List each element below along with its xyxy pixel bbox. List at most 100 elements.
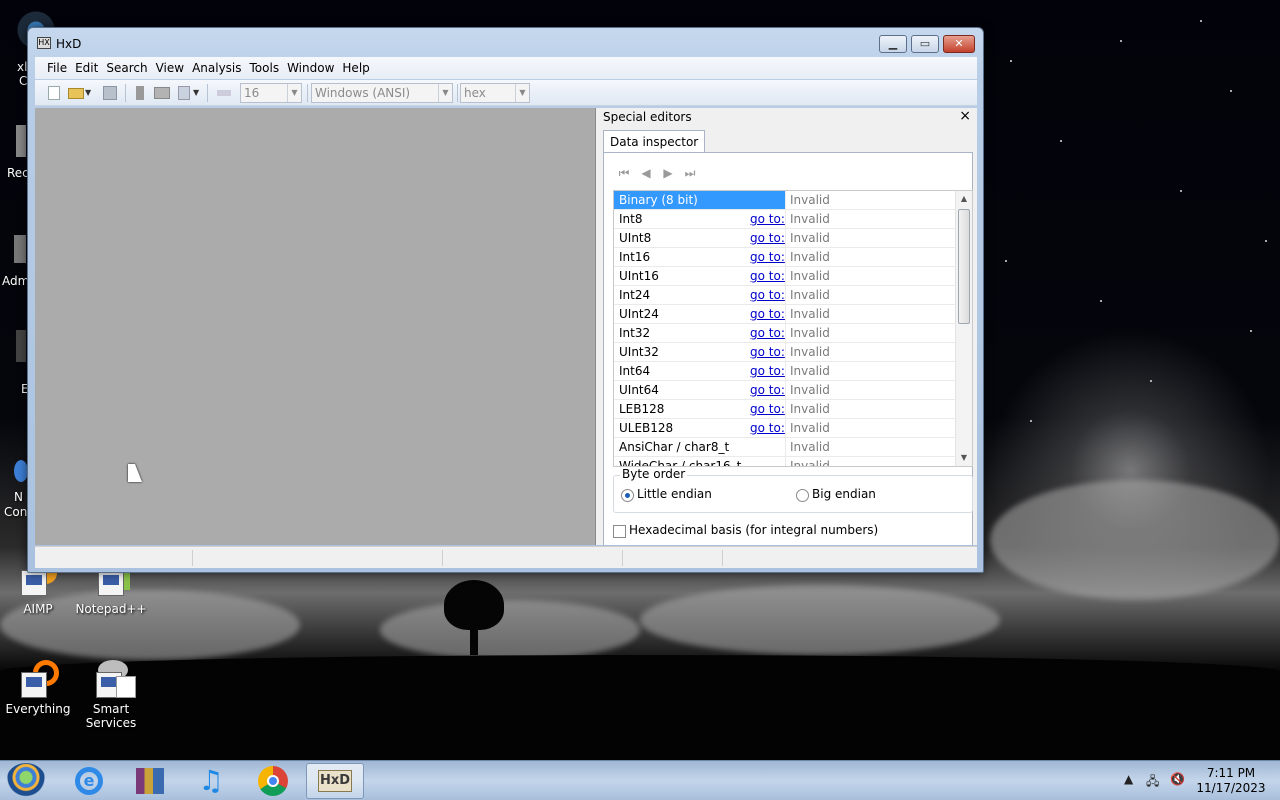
network-icon[interactable] <box>14 460 28 482</box>
print-icon[interactable] <box>153 84 171 102</box>
inspector-row[interactable]: Int24 go to: Invalid <box>614 286 955 305</box>
offset-base-select[interactable]: hex ▼ <box>460 83 530 103</box>
goto-link[interactable]: go to: <box>750 305 785 323</box>
inspector-row[interactable]: WideChar / char16_t Invalid <box>614 457 955 466</box>
save-icon[interactable] <box>101 84 119 102</box>
inspector-row[interactable]: Int64 go to: Invalid <box>614 362 955 381</box>
scroll-up-icon[interactable]: ▲ <box>956 191 972 207</box>
menu-help[interactable]: Help <box>338 57 373 79</box>
goto-link[interactable]: go to: <box>750 267 785 285</box>
inspector-row[interactable]: UInt32 go to: Invalid <box>614 343 955 362</box>
inspector-row[interactable]: UInt64 go to: Invalid <box>614 381 955 400</box>
bytes-per-row-select[interactable]: 16 ▼ <box>240 83 302 103</box>
inspector-row-value[interactable]: Invalid <box>785 191 955 209</box>
data-inspector-grid[interactable]: WideChar / char16_t Invalid AnsiChar / cha… <box>613 190 973 467</box>
inspector-row-value[interactable]: Invalid <box>785 210 955 228</box>
inspector-row[interactable]: ULEB128 go to: Invalid <box>614 419 955 438</box>
inspector-row[interactable]: Int16 go to: Invalid <box>614 248 955 267</box>
inspector-row-value[interactable]: Invalid <box>785 362 955 380</box>
inspector-row-value[interactable]: Invalid <box>785 248 955 266</box>
editor-empty-area[interactable] <box>35 108 596 545</box>
goto-link[interactable]: go to: <box>750 286 785 304</box>
title-bar[interactable]: HX HxD ▁ ▭ ✕ <box>28 28 983 56</box>
hxd-window[interactable]: HX HxD ▁ ▭ ✕ File Edit Search View Analysis T… <box>27 27 984 573</box>
big-endian-radio[interactable] <box>796 489 809 502</box>
menu-edit[interactable]: Edit <box>71 57 102 79</box>
inspector-row[interactable]: LEB128 go to: Invalid <box>614 400 955 419</box>
hex-basis-checkbox[interactable] <box>613 525 626 538</box>
grid-scrollbar[interactable]: ▲ ▼ <box>955 191 972 466</box>
menu-file[interactable]: File <box>43 57 71 79</box>
recycle-bin-icon[interactable] <box>16 125 26 157</box>
inspector-row-value[interactable]: Invalid <box>785 305 955 323</box>
desktop-icon-partial-e[interactable] <box>16 330 26 362</box>
next-icon[interactable]: ▶ <box>660 165 676 181</box>
first-icon[interactable]: ⏮ <box>616 165 632 181</box>
hex-basis-label[interactable]: Hexadecimal basis (for integral numbers) <box>629 523 878 537</box>
inspector-row[interactable]: Int8 go to: Invalid <box>614 210 955 229</box>
show-hidden-icons-icon[interactable]: ▲ <box>1124 772 1133 786</box>
goto-link[interactable]: go to: <box>750 210 785 228</box>
inspector-row-value[interactable]: Invalid <box>785 267 955 285</box>
start-button[interactable] <box>6 763 46 799</box>
inspector-row-value[interactable]: Invalid <box>785 457 955 466</box>
taskbar-internet-explorer[interactable]: e <box>60 763 118 799</box>
admin-tools-icon[interactable] <box>14 235 26 263</box>
goto-link[interactable]: go to: <box>750 381 785 399</box>
big-endian-label[interactable]: Big endian <box>812 487 876 501</box>
inspector-row-value[interactable]: Invalid <box>785 381 955 399</box>
goto-link[interactable]: go to: <box>750 419 785 437</box>
panel-close-icon[interactable]: × <box>959 108 971 124</box>
taskbar-chrome[interactable] <box>244 763 302 799</box>
charset-select[interactable]: Windows (ANSI) ▼ <box>311 83 453 103</box>
inspector-row-value[interactable]: Invalid <box>785 438 955 456</box>
inspector-row[interactable]: AnsiChar / char8_t Invalid <box>614 438 955 457</box>
inspector-row-value[interactable]: Invalid <box>785 229 955 247</box>
little-endian-radio[interactable] <box>621 489 634 502</box>
new-file-icon[interactable] <box>45 84 63 102</box>
goto-link[interactable]: go to: <box>750 400 785 418</box>
inspector-row-value[interactable]: Invalid <box>785 400 955 418</box>
inspector-row-value[interactable]: Invalid <box>785 343 955 361</box>
scroll-down-icon[interactable]: ▼ <box>956 450 972 466</box>
network-tray-icon[interactable]: 🖧 <box>1146 772 1159 793</box>
taskbar-winrar[interactable] <box>121 763 179 799</box>
inspector-row-value[interactable]: Invalid <box>785 324 955 342</box>
menu-tools[interactable]: Tools <box>246 57 284 79</box>
open-dropdown-chevron-icon[interactable]: ▼ <box>85 84 95 102</box>
taskbar-music-player[interactable]: ♫ <box>182 763 240 799</box>
maximize-button[interactable]: ▭ <box>911 35 939 53</box>
volume-muted-icon[interactable]: 🔇 <box>1170 772 1185 786</box>
little-endian-label[interactable]: Little endian <box>637 487 712 501</box>
inspector-row-value[interactable]: Invalid <box>785 419 955 437</box>
properties-icon[interactable] <box>175 84 193 102</box>
goto-link[interactable]: go to: <box>750 229 785 247</box>
close-button[interactable]: ✕ <box>943 35 975 53</box>
menu-window[interactable]: Window <box>283 57 338 79</box>
close-file-icon[interactable] <box>131 84 149 102</box>
inspector-row[interactable]: Binary (8 bit) Invalid <box>614 191 955 210</box>
desktop-icon-everything[interactable]: Everything <box>0 660 76 716</box>
goto-link[interactable]: go to: <box>750 343 785 361</box>
inspector-row[interactable]: UInt24 go to: Invalid <box>614 305 955 324</box>
taskbar-hxd[interactable]: HxD <box>306 763 364 799</box>
inspector-row[interactable]: Int32 go to: Invalid <box>614 324 955 343</box>
inspector-row[interactable]: UInt16 go to: Invalid <box>614 267 955 286</box>
clock[interactable]: 7:11 PM 11/17/2023 <box>1196 766 1266 796</box>
properties-dropdown-chevron-icon[interactable]: ▼ <box>193 84 203 102</box>
desktop-icon-smart-services[interactable]: Smart Services <box>73 660 149 730</box>
goto-link[interactable]: go to: <box>750 248 785 266</box>
previous-icon[interactable]: ◀ <box>638 165 654 181</box>
tab-data-inspector[interactable]: Data inspector <box>603 130 706 153</box>
inspector-row[interactable]: UInt8 go to: Invalid <box>614 229 955 248</box>
menu-analysis[interactable]: Analysis <box>188 57 245 79</box>
scroll-thumb[interactable] <box>958 209 970 324</box>
goto-link[interactable]: go to: <box>750 362 785 380</box>
inspector-row-value[interactable]: Invalid <box>785 286 955 304</box>
last-icon[interactable]: ⏭ <box>682 165 698 181</box>
goto-link[interactable]: go to: <box>750 324 785 342</box>
menu-view[interactable]: View <box>152 57 188 79</box>
open-file-icon[interactable] <box>67 84 85 102</box>
menu-search[interactable]: Search <box>102 57 151 79</box>
minimize-button[interactable]: ▁ <box>879 35 907 53</box>
